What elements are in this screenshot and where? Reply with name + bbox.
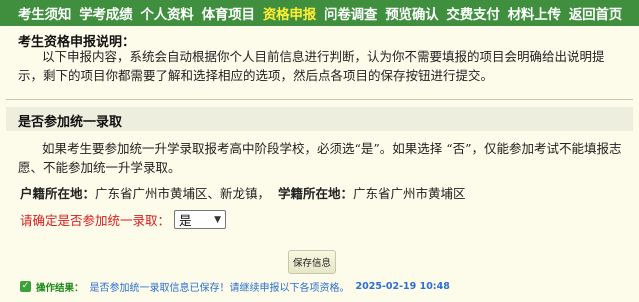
admission-text: 如果考生要参加统一升学录取报考高中阶段学校，必须选“是”。如果选择 “否”，仅能… (18, 141, 622, 175)
result-label: 操作结果： (36, 282, 84, 294)
nav-item-4[interactable]: 资格申报 (263, 3, 316, 23)
household-label: 户籍所在地： (20, 186, 96, 201)
school-value: 广东省广州市黄埔区 (353, 186, 466, 201)
nav-item-8[interactable]: 材料上传 (508, 3, 561, 23)
admission-title: 是否参加统一录取 (18, 115, 123, 130)
participate-select[interactable]: 是 ▼ (174, 210, 227, 229)
household-value: 广东省广州市黄埔区、新龙镇， (95, 186, 271, 201)
result-message: 是否参加统一录取信息已保存！请继续申报以下各项资格。 (89, 283, 350, 294)
section-divider (6, 99, 633, 100)
nav-item-3[interactable]: 体育项目 (202, 3, 255, 23)
result-timestamp: 2025-02-19 10:48 (355, 281, 450, 292)
nav-item-9[interactable]: 返回首页 (569, 3, 622, 23)
admission-section: 是否参加统一录取 (0, 111, 639, 130)
checkmark-icon: ✓ (20, 281, 31, 292)
instructions-text: 以下申报内容，系统会自动根据你个人目前信息进行判断，认为你不需要填报的项目会明确… (18, 49, 605, 83)
address-row: 户籍所在地：广东省广州市黄埔区、新龙镇， 学籍所在地：广东省广州市黄埔区 (20, 183, 466, 202)
chevron-down-icon: ▼ (214, 214, 222, 225)
save-button[interactable]: 保存信息 (288, 250, 336, 274)
nav-item-6[interactable]: 预览确认 (385, 3, 438, 23)
school-label: 学籍所在地： (278, 186, 354, 201)
nav-item-7[interactable]: 交费支付 (446, 3, 499, 23)
confirm-row: 请确定是否参加统一录取： 是 ▼ (20, 210, 227, 229)
participate-select-value: 是 (179, 213, 192, 228)
nav-item-5[interactable]: 问卷调查 (324, 3, 377, 23)
top-nav: 考生须知 学考成绩 个人资料 体育项目 资格申报 问卷调查 预览确认 交费支付 材料上传 返回首页 (0, 0, 639, 26)
operation-result: ✓ 操作结果： 是否参加统一录取信息已保存！请继续申报以下各项资格。 2025-… (20, 279, 450, 294)
nav-item-0[interactable]: 考生须知 (18, 3, 71, 23)
nav-item-2[interactable]: 个人资料 (140, 3, 193, 23)
nav-item-1[interactable]: 学考成绩 (79, 3, 132, 23)
confirm-label: 请确定是否参加统一录取： (20, 213, 171, 228)
